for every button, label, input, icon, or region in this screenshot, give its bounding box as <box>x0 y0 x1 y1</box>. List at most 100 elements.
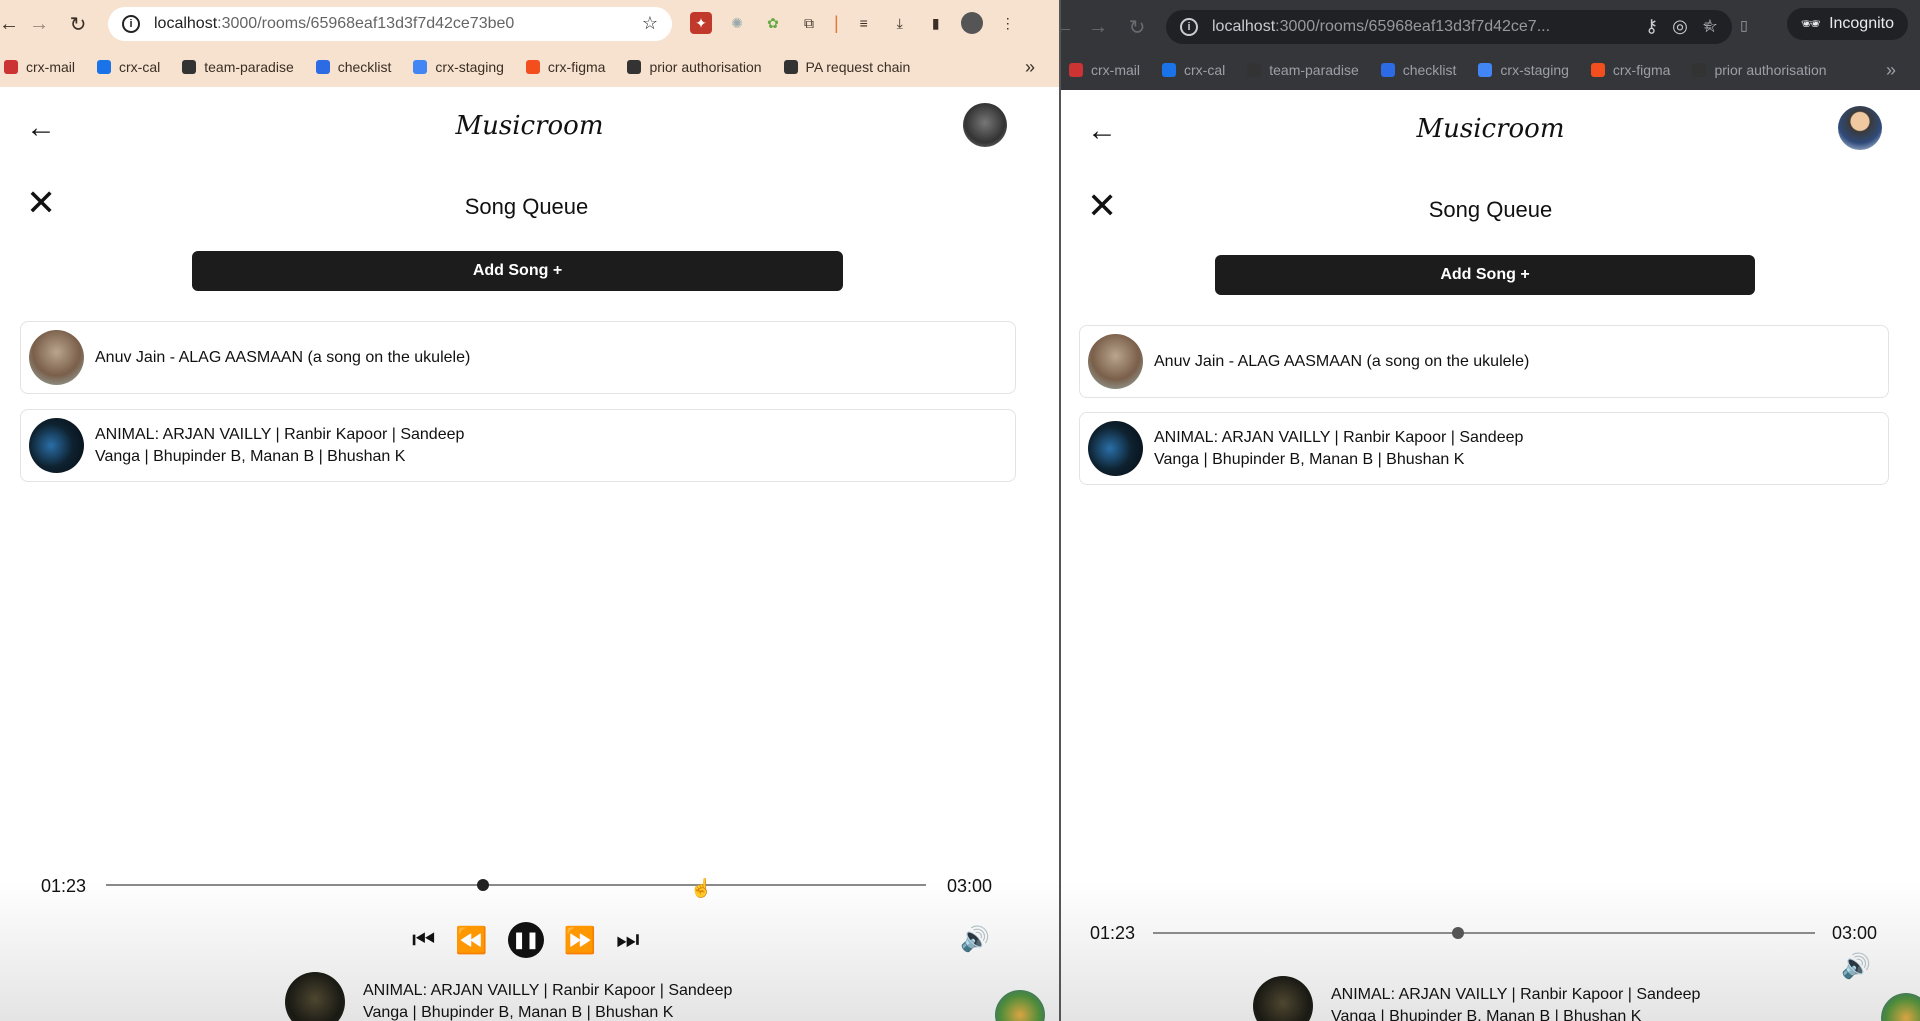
incognito-icon: 🕶 <box>1800 16 1822 33</box>
bookmark-favicon-icon <box>182 60 197 74</box>
reload-icon[interactable]: ↻ <box>1120 10 1154 44</box>
rewind-icon[interactable]: ⏪ <box>455 925 487 956</box>
bookmark-label: PA request chain <box>805 59 911 75</box>
now-playing-thumbnail <box>285 972 345 1021</box>
bookmark-item[interactable]: crx-figma <box>1590 62 1671 78</box>
bookmark-label: crx-staging <box>1500 62 1569 78</box>
add-song-button[interactable]: Add Song + <box>1215 255 1755 295</box>
bookmark-item[interactable]: PA request chain <box>783 59 911 75</box>
bookmark-item[interactable]: crx-cal <box>1162 62 1225 78</box>
bookmark-label: crx-figma <box>1612 62 1671 78</box>
side-panel-icon[interactable]: ▯ <box>1733 14 1755 36</box>
incognito-label: Incognito <box>1829 15 1894 32</box>
profile-avatar-icon[interactable] <box>960 12 983 34</box>
browser-toolbar: ← → ↻ i localhost:3000/rooms/65968eaf13d… <box>1061 0 1920 50</box>
media-control-icon[interactable]: ≡ <box>853 12 875 34</box>
url-path: :3000/rooms/65968eaf13d3f7d42ce73be0 <box>217 15 515 32</box>
download-icon[interactable]: ⤓ <box>889 12 911 34</box>
left-browser-window: ← → ↻ i localhost:3000/rooms/65968eaf13d… <box>0 0 1059 1021</box>
more-bookmarks-icon[interactable]: » <box>1025 57 1035 78</box>
side-panel-icon[interactable]: ▮ <box>925 12 947 34</box>
reload-icon[interactable]: ↻ <box>61 7 95 41</box>
bookmark-item[interactable]: crx-mail <box>1069 62 1140 78</box>
url-path: :3000/rooms/65968eaf13d3f7d42ce7... <box>1275 18 1551 35</box>
bookmark-favicon-icon <box>1162 63 1176 77</box>
site-info-icon[interactable]: i <box>122 15 140 33</box>
now-playing-title: ANIMAL: ARJAN VAILLY | Ranbir Kapoor | S… <box>363 982 733 1021</box>
now-playing-thumbnail <box>1253 976 1313 1021</box>
volume-icon[interactable]: 🔊 <box>1841 952 1871 981</box>
address-bar[interactable]: i localhost:3000/rooms/65968eaf13d3f7d42… <box>1166 10 1732 44</box>
bookmark-item[interactable]: crx-cal <box>97 59 160 75</box>
incognito-badge[interactable]: 🕶 Incognito <box>1786 8 1908 40</box>
bookmark-item[interactable]: checklist <box>1380 62 1456 78</box>
bookmark-favicon-icon <box>4 60 18 74</box>
pause-button[interactable]: ❚❚ <box>507 922 544 958</box>
queue-item[interactable]: Anuv Jain - ALAG AASMAAN (a song on the … <box>20 321 1016 394</box>
duration-time: 03:00 <box>1832 923 1878 943</box>
bookmark-label: prior authorisation <box>1714 62 1827 78</box>
bookmark-item[interactable]: checklist <box>315 59 392 75</box>
bookmark-favicon-icon <box>413 60 428 74</box>
user-avatar[interactable] <box>963 103 1007 147</box>
bookmark-item[interactable]: crx-staging <box>413 59 504 75</box>
skip-next-icon[interactable]: ⏭ <box>616 924 639 956</box>
song-thumbnail <box>1088 334 1143 389</box>
bookmark-favicon-icon <box>1590 63 1605 77</box>
song-title: Anuv Jain - ALAG AASMAAN (a song on the … <box>95 348 471 366</box>
password-key-icon[interactable]: ⚷ <box>1645 16 1658 37</box>
now-playing: ANIMAL: ARJAN VAILLY | Ranbir Kapoor | S… <box>285 972 733 1021</box>
song-title: ANIMAL: ARJAN VAILLY | Ranbir Kapoor | S… <box>95 425 465 465</box>
forward-icon[interactable]: → <box>1081 10 1115 44</box>
duration-time: 03:00 <box>947 876 993 896</box>
volume-icon[interactable]: 🔊 <box>960 925 990 954</box>
back-icon[interactable]: ← <box>1061 10 1081 44</box>
bookmark-item[interactable]: prior authorisation <box>1692 62 1827 78</box>
bookmark-label: crx-cal <box>1184 62 1226 78</box>
song-title: Anuv Jain - ALAG AASMAAN (a song on the … <box>1154 352 1530 370</box>
bookmark-item[interactable]: crx-staging <box>1478 62 1569 78</box>
bookmark-item[interactable]: team-paradise <box>1247 62 1359 78</box>
extension-icon[interactable]: ✿ <box>762 12 784 34</box>
site-info-icon[interactable]: i <box>1180 18 1198 36</box>
bookmarks-bar: crx-mail crx-cal team-paradise checklist crx… <box>1061 50 1920 90</box>
extension-icon[interactable]: ✦ <box>690 12 712 34</box>
fast-forward-icon[interactable]: ⏩ <box>564 925 596 956</box>
right-browser-window: ← → ↻ i localhost:3000/rooms/65968eaf13d… <box>1061 0 1920 1021</box>
bookmark-item[interactable]: team-paradise <box>182 59 294 75</box>
tracking-eye-icon[interactable]: ◎ <box>1672 16 1688 37</box>
app-brand: Musicroom <box>1416 114 1565 144</box>
extension-icon[interactable]: ✺ <box>726 12 748 34</box>
now-playing-title: ANIMAL: ARJAN VAILLY | Ranbir Kapoor | S… <box>1331 986 1701 1021</box>
queue-item[interactable]: ANIMAL: ARJAN VAILLY | Ranbir Kapoor | S… <box>1079 412 1889 485</box>
queue-item[interactable]: Anuv Jain - ALAG AASMAAN (a song on the … <box>1079 325 1889 398</box>
musicroom-app: ← Musicroom ✕ Song Queue Add Song + Anuv… <box>0 87 1059 1021</box>
address-bar[interactable]: i localhost:3000/rooms/65968eaf13d3f7d42… <box>108 7 672 41</box>
bookmark-item[interactable]: crx-figma <box>525 59 605 75</box>
more-bookmarks-icon[interactable]: » <box>1886 60 1896 81</box>
bookmark-item[interactable]: crx-mail <box>4 59 75 75</box>
toolbar-separator: | <box>834 12 839 33</box>
browser-toolbar: ← → ↻ i localhost:3000/rooms/65968eaf13d… <box>0 0 1059 47</box>
progress-bar[interactable] <box>1153 932 1815 934</box>
queue-item[interactable]: ANIMAL: ARJAN VAILLY | Ranbir Kapoor | S… <box>20 409 1016 482</box>
bookmark-label: checklist <box>337 59 392 75</box>
musicroom-app: ← Musicroom ✕ Song Queue Add Song + Anuv… <box>1061 90 1920 1021</box>
app-brand: Musicroom <box>455 111 604 141</box>
bookmark-favicon-icon <box>315 60 330 74</box>
progress-knob[interactable] <box>1451 927 1464 939</box>
forward-icon[interactable]: → <box>22 7 56 41</box>
bookmark-label: prior authorisation <box>649 59 762 75</box>
bookmark-label: team-paradise <box>204 59 294 75</box>
bookmark-item[interactable]: prior authorisation <box>627 59 762 75</box>
media-control-icon[interactable]: ≡ <box>1697 14 1719 36</box>
bookmark-label: crx-mail <box>1091 62 1140 78</box>
user-avatar[interactable] <box>1838 106 1882 150</box>
bookmark-favicon-icon <box>525 60 540 74</box>
bookmark-star-icon[interactable]: ☆ <box>642 13 658 34</box>
extensions-puzzle-icon[interactable]: ⧉ <box>798 12 820 34</box>
skip-previous-icon[interactable]: ⏮ <box>412 924 435 956</box>
menu-kebab-icon[interactable]: ⋮ <box>997 12 1019 34</box>
add-song-button[interactable]: Add Song + <box>192 251 843 291</box>
progress-bar[interactable] <box>106 884 926 886</box>
